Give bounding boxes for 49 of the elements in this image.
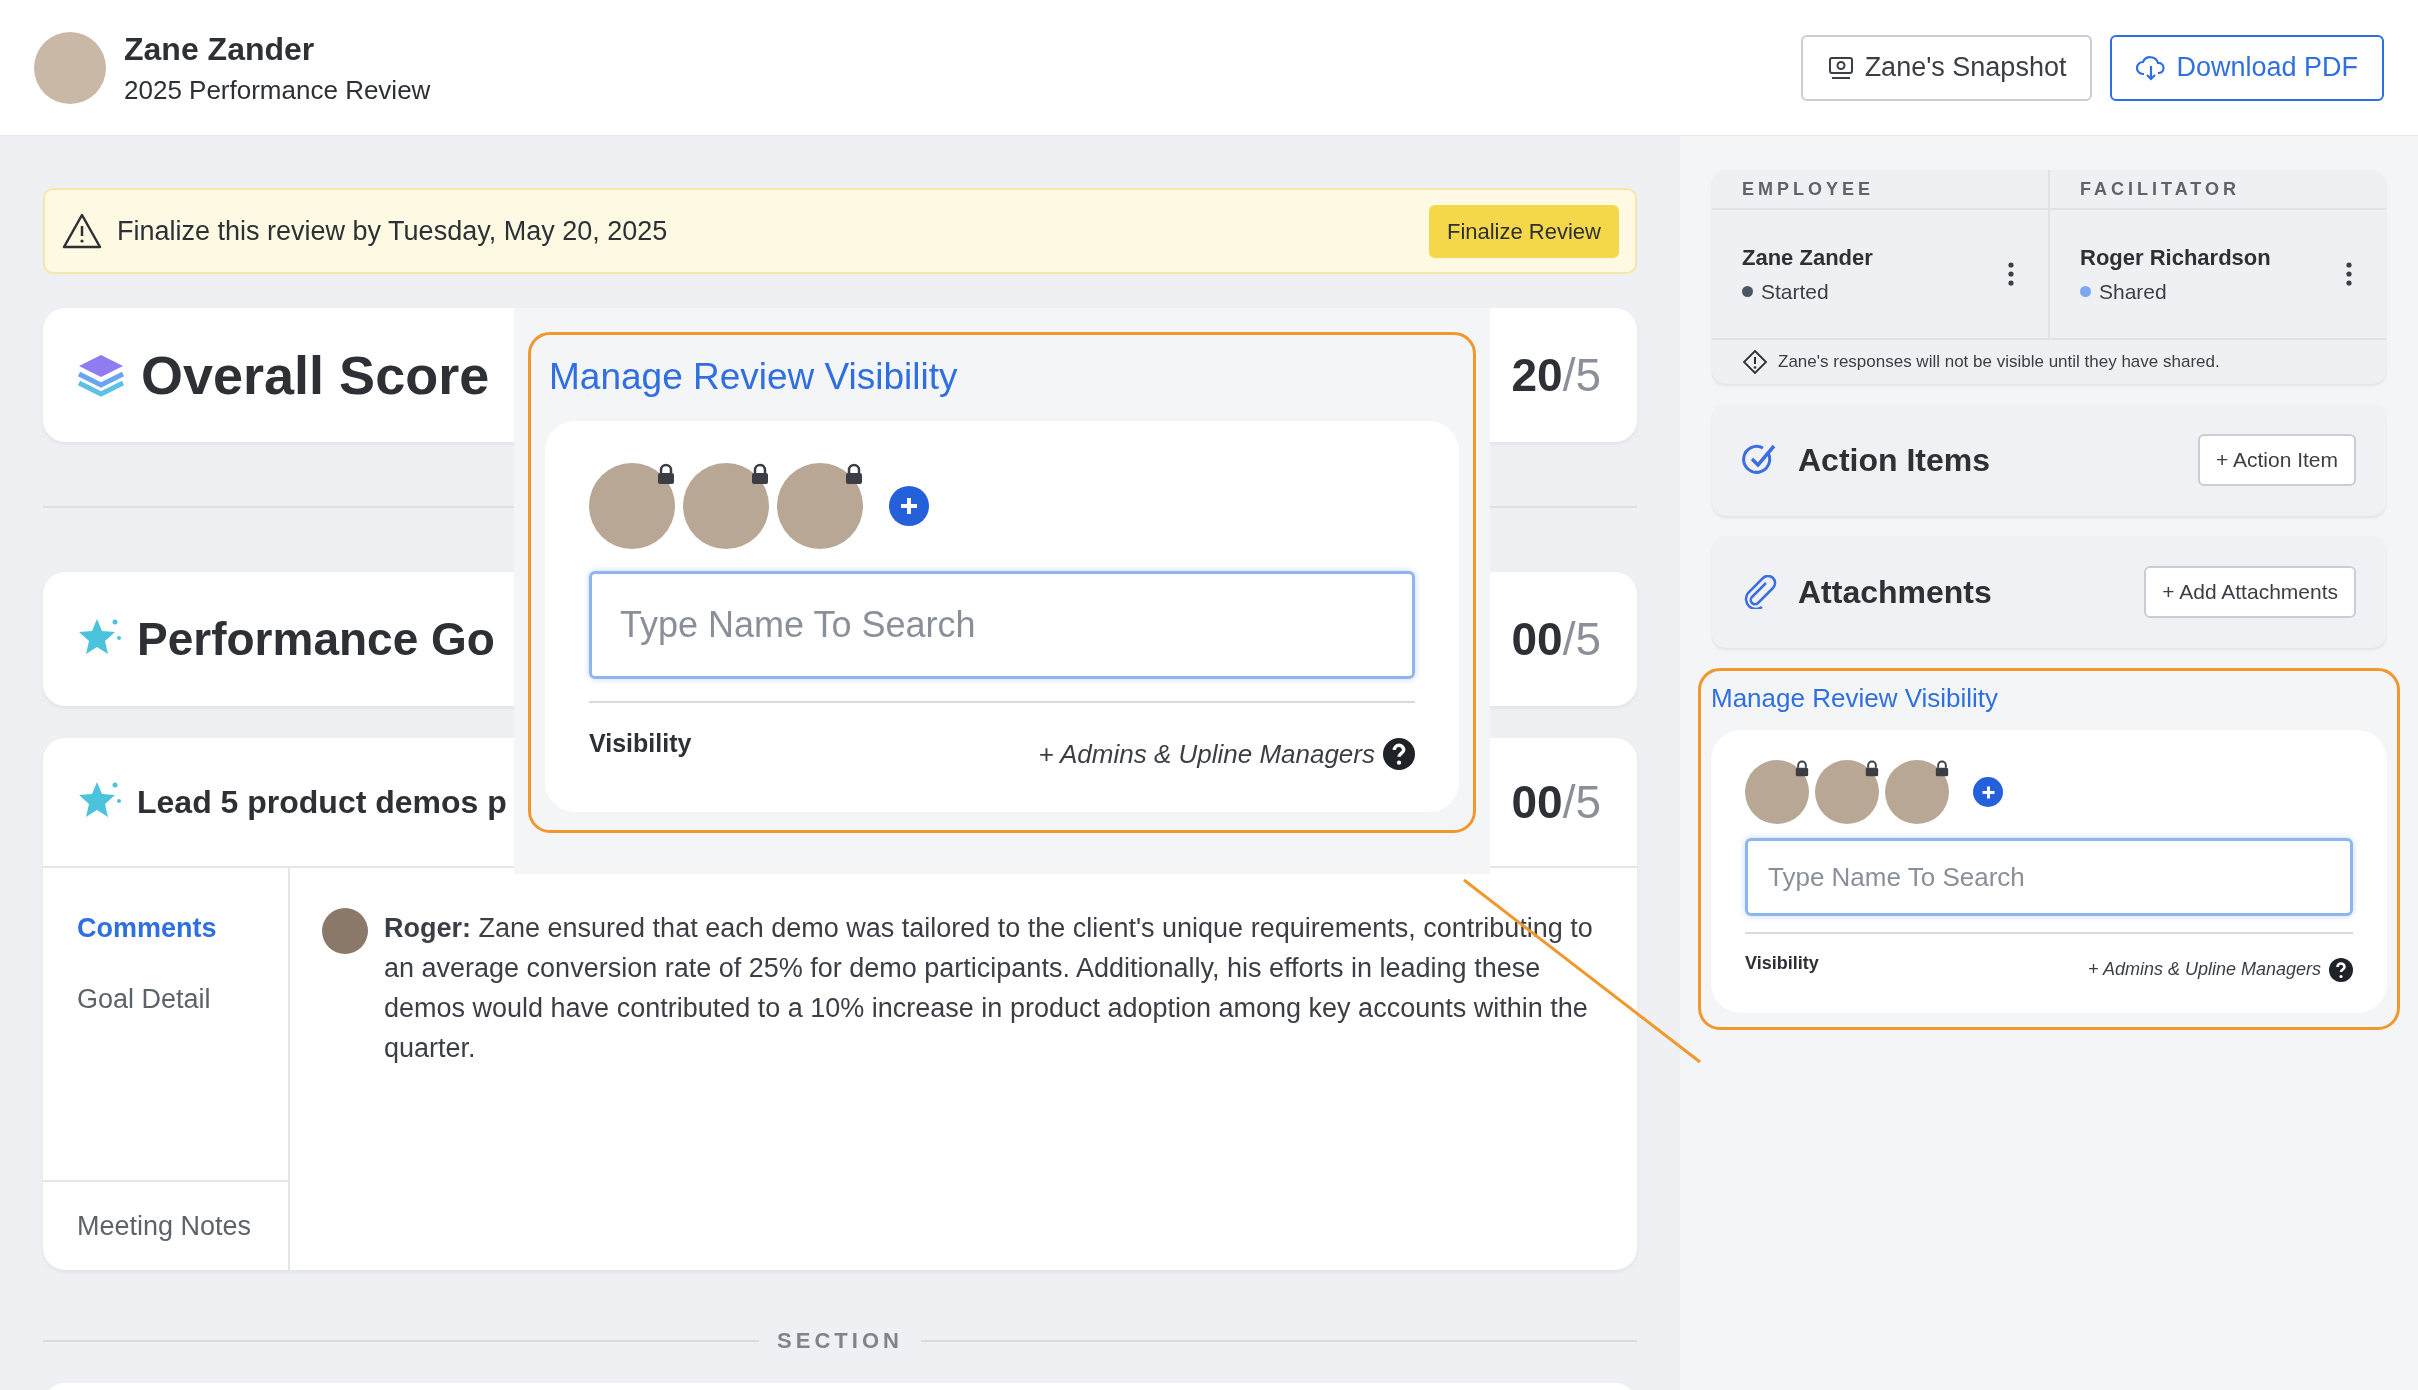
- visibility-label: Visibility: [589, 727, 692, 759]
- score-value: 00/5: [1511, 611, 1601, 667]
- warning-icon: [61, 212, 103, 250]
- review-subtitle: 2025 Performance Review: [124, 73, 431, 107]
- notice-text: Zane's responses will not be visible until they have shared.: [1778, 351, 2220, 374]
- side-tab[interactable]: Meeting Notes: [77, 1205, 252, 1247]
- participant-status: Started: [1761, 278, 1829, 305]
- panel-title: Manage Review Visibility: [1711, 682, 2000, 715]
- kebab-icon: [2008, 262, 2014, 286]
- employee-name: Zane Zander: [124, 29, 316, 69]
- cloud-download-icon: [2136, 53, 2167, 82]
- help-icon: [2329, 957, 2353, 982]
- search-field[interactable]: Type Name To Search: [1745, 838, 2353, 916]
- participant-status: Shared: [2099, 278, 2167, 305]
- participant-name: Roger Richardson: [2080, 243, 2271, 272]
- visibility-label: Visibility: [1745, 952, 1819, 975]
- download-pdf-button[interactable]: Download PDF: [2110, 34, 2384, 101]
- column-header: FACILITATOR: [2080, 177, 2240, 201]
- add-person-button[interactable]: [1973, 777, 2003, 807]
- plus-icon: [899, 495, 919, 516]
- card-title: Performance Go: [137, 611, 495, 667]
- side-tab[interactable]: Goal Detail: [77, 978, 254, 1019]
- score-value: 20/5: [1511, 347, 1601, 403]
- help-icon: [1383, 738, 1415, 770]
- card-title: Action Items: [1798, 441, 1991, 480]
- kebab-icon: [2346, 262, 2352, 286]
- visibility-scope: + Admins & Upline Managers: [2088, 958, 2321, 981]
- panel-title: Manage Review Visibility: [549, 355, 959, 399]
- add-button[interactable]: + Action Item: [2198, 434, 2356, 486]
- side-tab[interactable]: Comments: [77, 908, 254, 949]
- snapshot-button[interactable]: Zane's Snapshot: [1800, 34, 2093, 101]
- search-field[interactable]: Type Name To Search: [589, 570, 1415, 679]
- column-header: EMPLOYEE: [1742, 177, 1875, 201]
- banner-message: Finalize this review by Tuesday, May 20, 2025: [117, 214, 668, 248]
- plus-icon: [1980, 784, 1996, 800]
- finalize-review-button[interactable]: Finalize Review: [1428, 204, 1619, 258]
- avatar-photo: [322, 908, 368, 954]
- card-title: Overall Score: [141, 343, 490, 407]
- card-title: Attachments: [1798, 573, 1992, 612]
- visibility-scope: + Admins & Upline Managers: [1038, 737, 1375, 771]
- participant-name: Zane Zander: [1742, 243, 1873, 272]
- check-icon: [1742, 443, 1778, 477]
- add-button[interactable]: + Add Attachments: [2144, 566, 2356, 618]
- add-person-button[interactable]: [889, 485, 929, 526]
- section-label: SECTION: [777, 1327, 903, 1355]
- goal-title: Lead 5 product demos p: [137, 783, 507, 822]
- score-value: 00/5: [1511, 774, 1601, 830]
- alert-diamond-icon: [1742, 349, 1768, 375]
- paperclip-icon: [1742, 575, 1778, 609]
